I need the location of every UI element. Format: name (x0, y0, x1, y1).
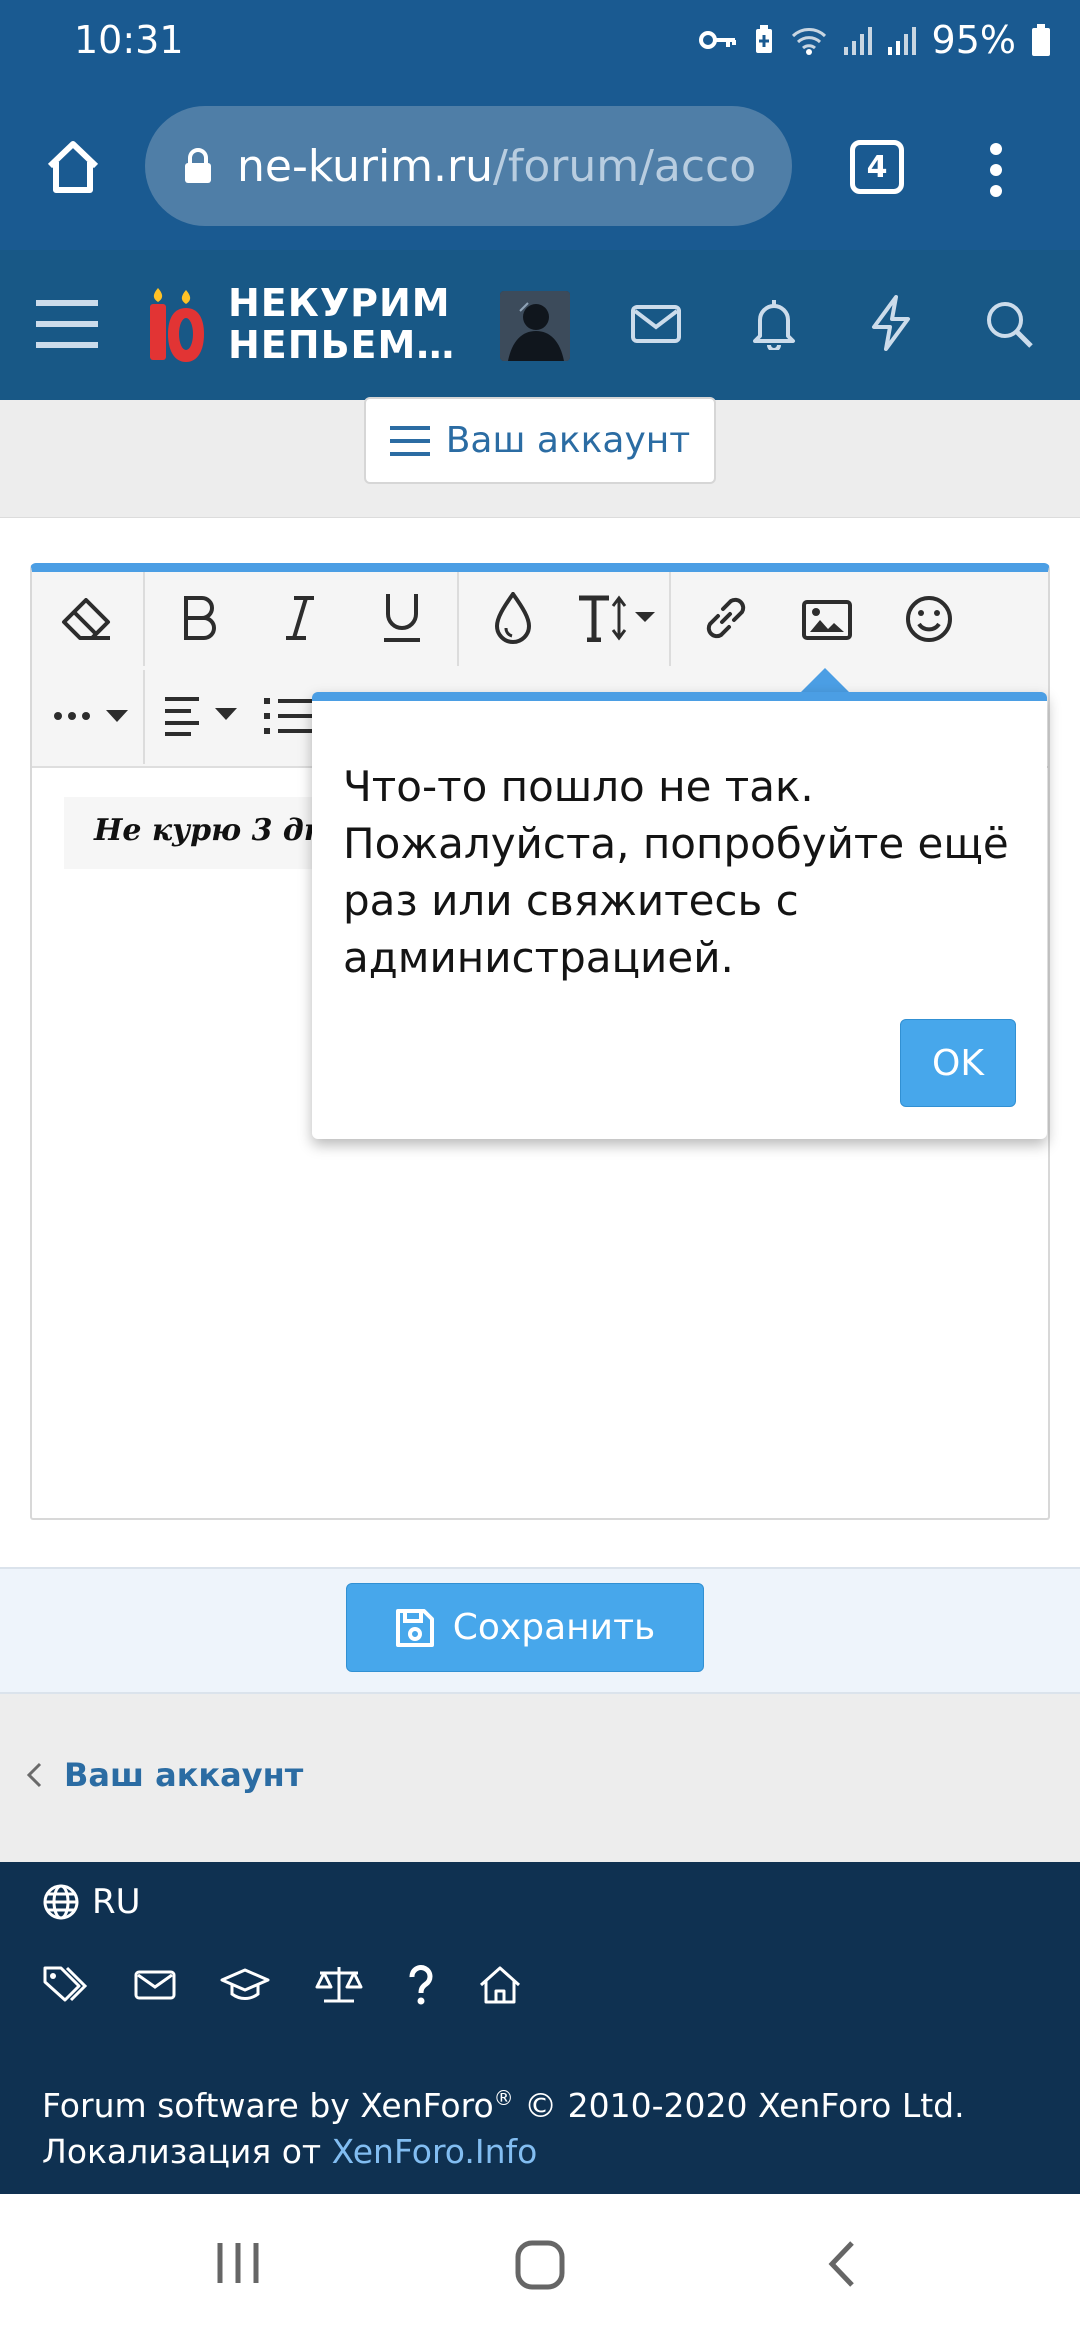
contact-envelope-icon[interactable] (134, 1970, 176, 2000)
home-footer-icon[interactable] (478, 1965, 522, 2005)
link-icon[interactable] (700, 592, 752, 644)
inserted-image-text: Не курю 3 дня (94, 813, 344, 848)
copyright-text: Forum software by XenForo® © 2010-2020 X… (42, 2075, 965, 2175)
logo-line1: НЕКУРИМ (228, 281, 451, 325)
inbox-envelope-icon[interactable] (631, 305, 681, 343)
popup-arrow (799, 668, 851, 694)
wifi-icon (791, 28, 826, 55)
error-message: Что-то пошло не так. Пожалуйста, попробу… (343, 762, 1009, 982)
help-question-icon[interactable] (408, 1965, 434, 2005)
back-icon[interactable] (828, 2240, 856, 2288)
whats-new-bolt-icon[interactable] (870, 295, 912, 351)
toolbar-separator (143, 572, 145, 666)
language-label: RU (92, 1882, 141, 1922)
help-graduation-cap-icon[interactable] (220, 1968, 270, 2002)
menu-list-icon (389, 425, 430, 456)
copyright-prefix: Forum software by XenForo (42, 2086, 494, 2125)
tags-icon[interactable] (42, 1965, 90, 2005)
url-path: /forum/acco (493, 140, 757, 192)
italic-icon[interactable] (282, 596, 318, 640)
battery-saver-icon (755, 25, 772, 53)
bold-icon[interactable] (180, 596, 220, 640)
url-domain: ne-kurim.ru (237, 140, 493, 192)
globe-icon (43, 1884, 79, 1920)
recent-apps-icon[interactable] (214, 2241, 262, 2285)
user-avatar[interactable] (500, 291, 570, 361)
chevron-left-icon (26, 1762, 42, 1788)
logo-text[interactable]: НЕКУРИМ НЕПЬЕМ… (228, 282, 455, 366)
status-icons: 95% (698, 18, 1050, 62)
battery-percent: 95% (931, 18, 1016, 62)
url-bar[interactable]: ne-kurim.ru/forum/acco (145, 106, 792, 226)
align-left-icon[interactable] (163, 696, 241, 736)
save-button[interactable]: Сохранить (346, 1583, 704, 1672)
footer-links (42, 1965, 522, 2005)
save-button-label: Сохранить (452, 1607, 656, 1648)
avatar-image (500, 291, 570, 361)
battery-icon (1032, 24, 1050, 56)
alerts-bell-icon[interactable] (752, 296, 796, 350)
search-icon[interactable] (984, 299, 1034, 349)
signal-icon-1 (843, 27, 872, 55)
home-circle-icon[interactable] (515, 2240, 565, 2290)
url-text: ne-kurim.ru/forum/acco (237, 141, 757, 192)
insert-image-icon[interactable] (802, 600, 852, 640)
font-size-icon[interactable] (577, 594, 657, 642)
registered-mark: ® (493, 2086, 514, 2110)
hamburger-menu-icon[interactable] (34, 297, 100, 351)
lock-icon (185, 148, 211, 183)
emoji-smile-icon[interactable] (904, 594, 954, 644)
terms-scales-icon[interactable] (314, 1965, 364, 2005)
localization-label: Локализация от (42, 2132, 332, 2171)
breadcrumb-link[interactable]: Ваш аккаунт (64, 1756, 303, 1794)
status-bar: 10:31 95% (0, 0, 1080, 84)
toolbar-separator (143, 670, 145, 764)
status-time: 10:31 (74, 18, 184, 62)
account-menu-label: Ваш аккаунт (445, 420, 691, 461)
home-icon[interactable] (44, 138, 102, 196)
toolbar-separator (457, 572, 459, 666)
bullet-list-icon[interactable] (262, 696, 314, 736)
language-chooser[interactable]: RU (42, 1882, 141, 1922)
logo-candles-icon[interactable] (146, 286, 224, 364)
underline-icon[interactable] (380, 592, 424, 644)
inserted-image[interactable]: Не курю 3 дня (64, 797, 344, 869)
account-menu-button[interactable]: Ваш аккаунт (364, 397, 716, 484)
vpn-key-icon (698, 31, 736, 49)
signal-icon-2 (887, 27, 916, 55)
ok-button[interactable]: OK (900, 1019, 1016, 1107)
more-options-icon[interactable] (52, 704, 130, 728)
breadcrumb[interactable]: Ваш аккаунт (26, 1756, 303, 1794)
tabs-button[interactable]: 4 (850, 140, 904, 194)
toolbar-separator (669, 572, 671, 666)
text-color-drop-icon[interactable] (495, 592, 531, 644)
more-vert-icon[interactable] (988, 142, 1004, 198)
localization-link[interactable]: XenForo.Info (332, 2132, 538, 2171)
logo-line2: НЕПЬЕМ… (228, 323, 456, 367)
android-nav-bar (0, 2194, 1080, 2340)
copyright-suffix: © 2010-2020 XenForo Ltd. (513, 2086, 965, 2125)
eraser-icon[interactable] (60, 598, 114, 642)
save-disk-icon (395, 1608, 434, 1647)
browser-bar: ne-kurim.ru/forum/acco 4 (0, 84, 1080, 250)
